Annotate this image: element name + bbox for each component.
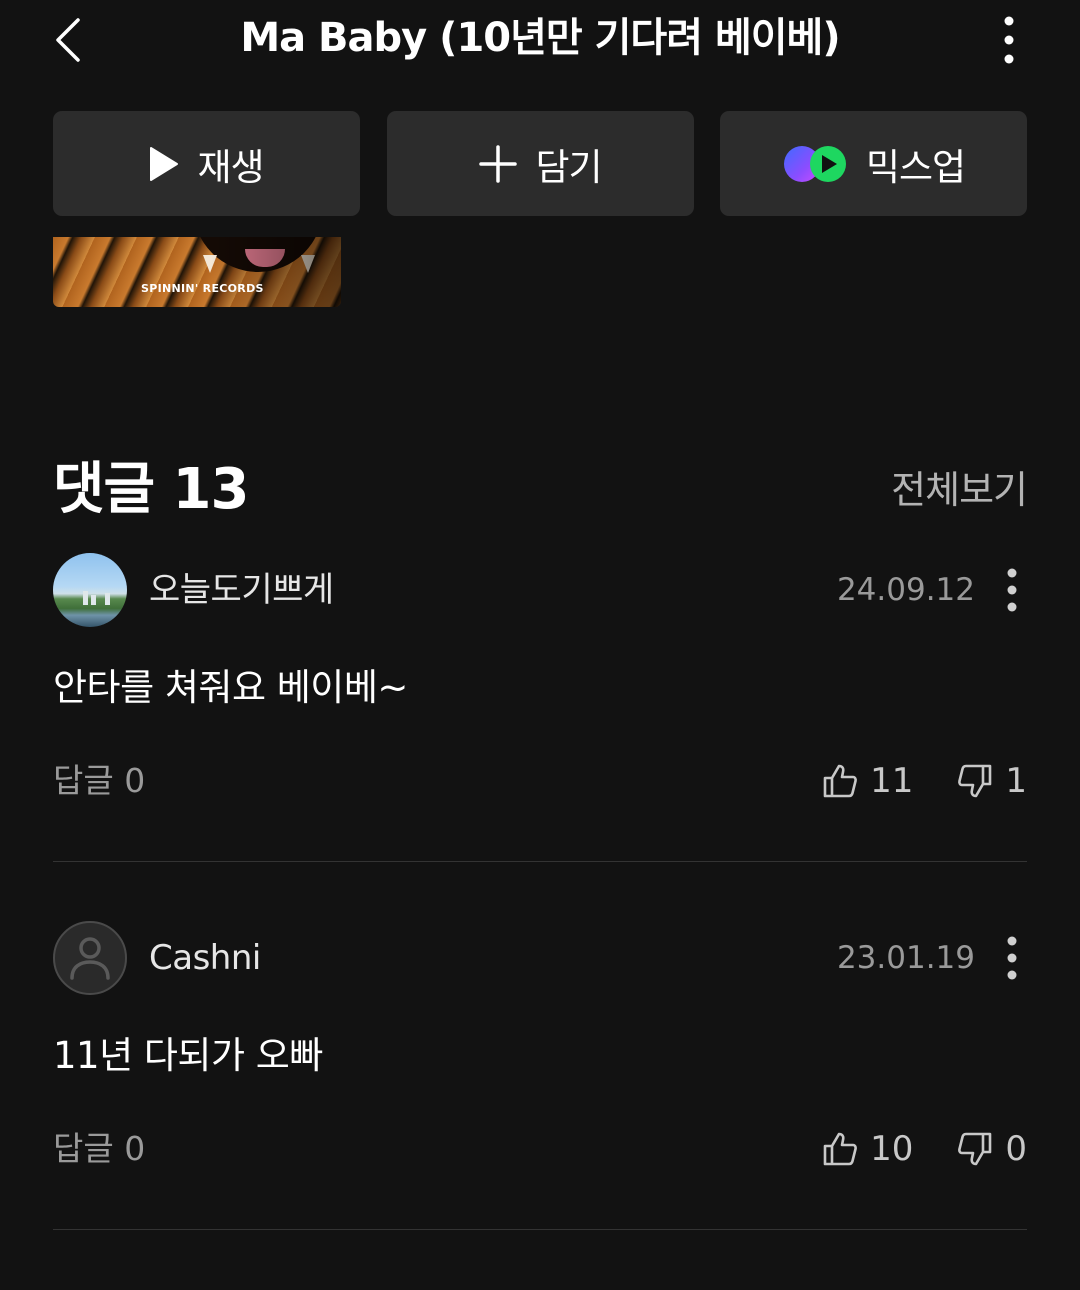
comment-date: 24.09.12: [836, 572, 975, 608]
comments-title: 댓글 13: [53, 457, 249, 522]
dislike-count: 0: [1005, 1129, 1027, 1169]
chevron-left-icon: [56, 18, 80, 62]
dislike-button[interactable]: 1: [957, 761, 1027, 801]
comment-item: Cashni 23.01.19 11년 다되가 오빠 답글 0 10 0: [53, 921, 1027, 1231]
like-count: 10: [870, 1129, 914, 1169]
comment-username[interactable]: 오늘도기쁘게: [149, 564, 334, 616]
thumbs-down-icon: [958, 1132, 992, 1166]
comment-text: 11년 다되가 오빠: [53, 1034, 323, 1077]
dislike-count: 1: [1005, 761, 1027, 801]
reply-count-button[interactable]: 답글 0: [53, 1124, 145, 1174]
comment-divider: [53, 1229, 1027, 1230]
avatar[interactable]: [53, 921, 127, 995]
more-options-button[interactable]: [984, 8, 1034, 72]
mixup-logo-icon: [783, 145, 846, 182]
add-to-playlist-button[interactable]: 담기: [387, 111, 694, 216]
vertical-ellipsis-icon: [1007, 936, 1017, 980]
person-icon: [70, 937, 110, 980]
comment-username[interactable]: Cashni: [149, 932, 261, 984]
mixup-button-label: 믹스업: [865, 145, 966, 189]
thumbs-up-icon: [823, 764, 858, 798]
play-button-label: 재생: [197, 145, 264, 189]
mixup-button[interactable]: 믹스업: [720, 111, 1027, 216]
thumbs-up-icon: [823, 1132, 858, 1166]
like-button[interactable]: 10: [822, 1129, 913, 1169]
comment-more-button[interactable]: [997, 931, 1027, 985]
play-icon: [150, 146, 179, 181]
plus-icon: [479, 144, 518, 183]
view-all-comments-link[interactable]: 전체보기: [891, 462, 1028, 518]
top-bar: Ma Baby (10년만 기다려 베이베): [0, 0, 1080, 80]
comment-text: 안타를 쳐줘요 베이베~: [53, 666, 408, 709]
comment-reactions: 11 1: [822, 755, 1027, 807]
like-count: 11: [870, 761, 914, 801]
record-label-text: SPINNIN' RECORDS: [141, 282, 264, 295]
comment-divider: [53, 861, 1027, 862]
vertical-ellipsis-icon: [1004, 16, 1014, 64]
dislike-button[interactable]: 0: [957, 1129, 1027, 1169]
avatar[interactable]: [53, 553, 127, 627]
album-cover[interactable]: SPINNIN' RECORDS: [53, 237, 341, 307]
action-bar: 재생 담기 믹스업: [53, 111, 1027, 216]
back-button[interactable]: [40, 8, 96, 72]
comment-item: 오늘도기쁘게 24.09.12 안타를 쳐줘요 베이베~ 답글 0 11 1: [53, 553, 1027, 863]
comment-reactions: 10 0: [822, 1123, 1027, 1175]
comment-date: 23.01.19: [836, 940, 975, 976]
vertical-ellipsis-icon: [1007, 568, 1017, 612]
play-button[interactable]: 재생: [53, 111, 360, 216]
page-title: Ma Baby (10년만 기다려 베이베): [240, 15, 840, 61]
thumbs-down-icon: [958, 764, 992, 798]
reply-count-button[interactable]: 답글 0: [53, 756, 145, 806]
comment-more-button[interactable]: [997, 563, 1027, 617]
add-button-label: 담기: [535, 145, 602, 189]
like-button[interactable]: 11: [822, 761, 913, 801]
